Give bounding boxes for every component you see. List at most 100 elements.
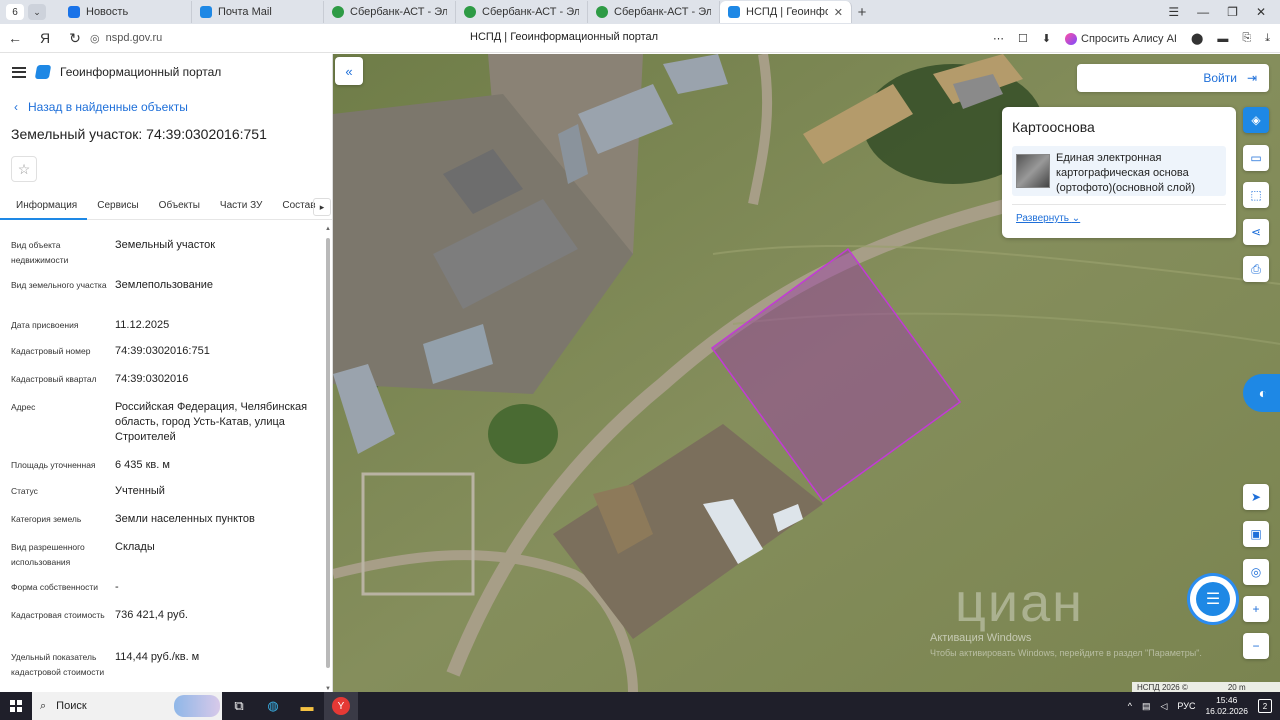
ask-alisa-button[interactable]: Спросить Алису AI: [1065, 32, 1177, 45]
browser-tab[interactable]: Сбербанк-АСТ - Электрон: [324, 1, 456, 23]
tab-favicon-icon: [68, 6, 80, 18]
tab-title: Сбербанк-АСТ - Электрон: [350, 6, 447, 18]
new-tab-icon[interactable]: +: [852, 4, 872, 21]
address-bar-actions: ⋯ ☐ ⬇ Спросить Алису AI ⬤ ▬ ⎘ ⤓: [993, 24, 1280, 53]
attribute-value: 11.12.2025: [115, 319, 170, 331]
download-icon[interactable]: ⬇: [1042, 32, 1051, 45]
minimap-icon[interactable]: ▣: [1243, 521, 1269, 547]
scroll-up-icon[interactable]: ▲: [324, 226, 332, 232]
layers-icon[interactable]: ◈: [1243, 107, 1269, 133]
browser-tab[interactable]: Почта Mail: [192, 1, 324, 23]
more-icon[interactable]: ⋯: [993, 32, 1004, 45]
restore-icon[interactable]: ❐: [1227, 5, 1238, 19]
geolocation-icon[interactable]: ◎: [1243, 559, 1269, 585]
yandex-browser-icon[interactable]: Y: [324, 692, 358, 720]
divider: [1012, 204, 1226, 205]
taskbar-search[interactable]: ⌕ Поиск: [32, 692, 222, 720]
login-button[interactable]: Войти ⇥: [1077, 64, 1269, 92]
attribute-label: Кадастровый квартал: [11, 374, 97, 384]
tab-title: Сбербанк-АСТ - Электрон: [482, 6, 579, 18]
screen: 6 ⌄ Новость Почта Mail Сбербанк-АСТ - Эл…: [0, 0, 1280, 720]
attribute-label: Адрес: [11, 402, 36, 412]
attribute-value: 74:39:0302016: [115, 373, 189, 385]
tab-close-icon[interactable]: ✕: [834, 6, 843, 19]
collapse-panel-icon[interactable]: «: [335, 57, 363, 85]
tray-expand-icon[interactable]: ^: [1128, 701, 1132, 711]
tabs-next-icon[interactable]: ▸: [313, 198, 331, 216]
panel-tabs: Информация Сервисы Объекты Части ЗУ Сост…: [0, 194, 332, 220]
basemap-layer-item[interactable]: Единая электронная картографическая осно…: [1012, 146, 1226, 196]
basemap-card: Картооснова Единая электронная картограф…: [1002, 107, 1236, 238]
browser-tab[interactable]: Новость: [60, 1, 192, 23]
address-bar: ← Я ↻ ◎ nspd.gov.ru НСПД | Геоинформацио…: [0, 24, 1280, 53]
expand-label: Развернуть: [1016, 213, 1070, 224]
tab-parts[interactable]: Части ЗУ: [210, 194, 272, 220]
attribute-value: 114,44 руб./кв. м: [115, 651, 200, 663]
yandex-icon[interactable]: Я: [30, 30, 60, 46]
clock-date: 16.02.2026: [1205, 706, 1248, 716]
back-arrow-icon[interactable]: ←: [0, 30, 30, 46]
layer-thumbnail: [1016, 154, 1050, 188]
language-indicator[interactable]: РУС: [1177, 701, 1195, 711]
tab-counter[interactable]: 6: [6, 4, 24, 20]
locate-arrow-icon[interactable]: ➤: [1243, 484, 1269, 510]
attribute-value: -: [115, 581, 119, 593]
browser-tab[interactable]: Сбербанк-АСТ - Электрон: [588, 1, 720, 23]
ruler-icon[interactable]: ▭: [1243, 145, 1269, 171]
scroll-thumb[interactable]: [326, 238, 330, 668]
login-label: Войти: [1203, 71, 1237, 85]
expand-link[interactable]: Развернуть ⌄: [1016, 213, 1080, 224]
zoom-out-icon[interactable]: −: [1243, 633, 1269, 659]
back-to-results-link[interactable]: ‹ Назад в найденные объекты: [14, 100, 332, 114]
site-info-icon[interactable]: ◎: [90, 32, 100, 45]
browser-tab-active[interactable]: НСПД | Геоинформацио ✕: [720, 1, 852, 23]
menu-icon[interactable]: [12, 66, 26, 78]
chevron-left-icon: ‹: [14, 100, 18, 114]
extension-icon[interactable]: ⬤: [1191, 32, 1203, 45]
basemap-title: Картооснова: [1012, 119, 1095, 135]
extension-icon[interactable]: ⎘: [1242, 32, 1251, 45]
share-icon[interactable]: ⋖: [1243, 219, 1269, 245]
tab-information[interactable]: Информация: [0, 194, 88, 220]
print-icon[interactable]: ⎙: [1243, 256, 1269, 282]
task-view-icon[interactable]: ⧉: [222, 692, 256, 720]
activation-watermark-text: Чтобы активировать Windows, перейдите в …: [930, 648, 1202, 658]
browser-tab[interactable]: Сбербанк-АСТ - Электрон: [456, 1, 588, 23]
tab-objects[interactable]: Объекты: [149, 194, 210, 220]
url-field[interactable]: ◎ nspd.gov.ru: [90, 32, 162, 45]
notifications-badge[interactable]: 2: [1258, 699, 1272, 713]
tab-favicon-icon: [728, 6, 740, 18]
file-explorer-icon[interactable]: ▬: [290, 692, 324, 720]
bookmark-ribbon-icon[interactable]: ☰: [1168, 5, 1179, 19]
select-area-icon[interactable]: ⬚: [1243, 182, 1269, 208]
start-button[interactable]: [0, 692, 32, 720]
favorite-star-icon[interactable]: ☆: [11, 156, 37, 182]
tab-services[interactable]: Сервисы: [87, 194, 148, 220]
alisa-icon: [1065, 32, 1078, 45]
tab-list-chevron-icon[interactable]: ⌄: [28, 4, 46, 20]
tab-title: Почта Mail: [218, 6, 272, 18]
object-title: Земельный участок: 74:39:0302016:751: [11, 126, 267, 142]
downloads-icon[interactable]: ⤓: [1265, 32, 1270, 45]
zoom-in-icon[interactable]: +: [1243, 596, 1269, 622]
map-attribution: НСПД 2026 © 20 m: [1132, 682, 1280, 692]
attribute-label: Категория земель: [11, 514, 82, 524]
volume-icon[interactable]: ◁: [1161, 701, 1168, 712]
activation-watermark-title: Активация Windows: [930, 632, 1032, 644]
minimize-icon[interactable]: —: [1197, 5, 1209, 19]
ask-alisa-label: Спросить Алису AI: [1081, 32, 1177, 45]
extension-icon[interactable]: ▬: [1217, 33, 1228, 45]
chat-button[interactable]: ☰: [1190, 576, 1236, 622]
assistant-badge-icon[interactable]: ◐: [1243, 374, 1280, 412]
bookmark-icon[interactable]: ☐: [1018, 32, 1028, 45]
object-info-panel: Геоинформационный портал ‹ Назад в найде…: [0, 54, 333, 692]
network-icon[interactable]: ▤: [1142, 701, 1151, 712]
windows-taskbar: ⌕ Поиск ⧉ ◍ ▬ Y ^ ▤ ◁ РУС 15:46 16.02.20…: [0, 692, 1280, 720]
close-window-icon[interactable]: ✕: [1256, 5, 1266, 19]
edge-icon[interactable]: ◍: [256, 692, 290, 720]
clock[interactable]: 15:46 16.02.2026: [1205, 695, 1248, 717]
reload-icon[interactable]: ↻: [60, 30, 90, 47]
attribute-label: Статус: [11, 486, 38, 496]
panel-scrollbar[interactable]: ▲ ▼: [324, 226, 332, 692]
panel-header: Геоинформационный портал: [0, 54, 332, 90]
